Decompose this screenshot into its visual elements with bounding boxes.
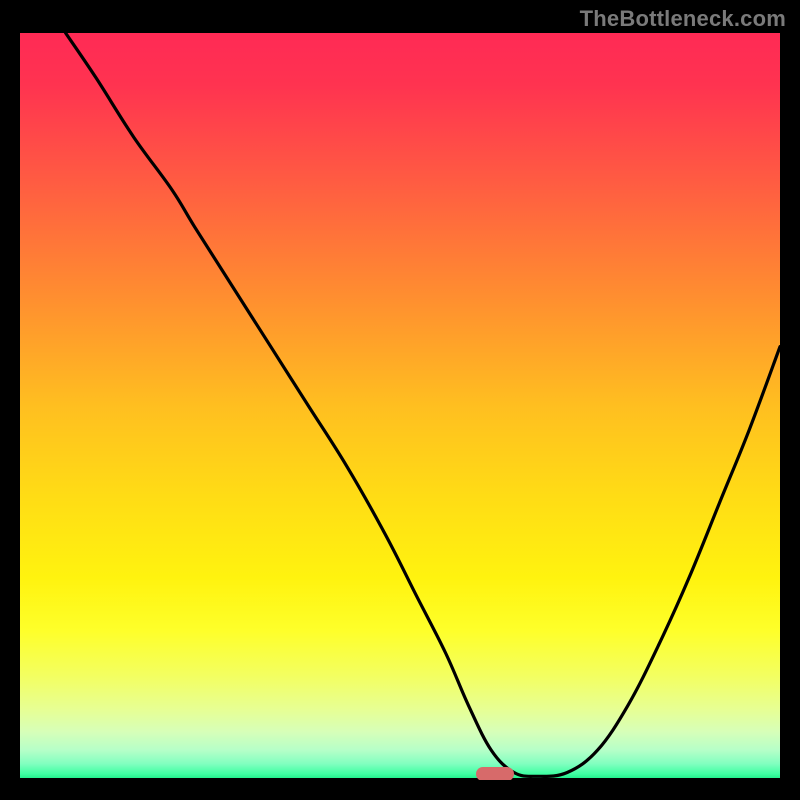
watermark-text: TheBottleneck.com: [580, 6, 786, 32]
plot-area: [20, 33, 780, 780]
optimal-marker: [476, 767, 514, 780]
bottleneck-curve: [20, 33, 780, 780]
chart-frame: TheBottleneck.com: [0, 0, 800, 800]
